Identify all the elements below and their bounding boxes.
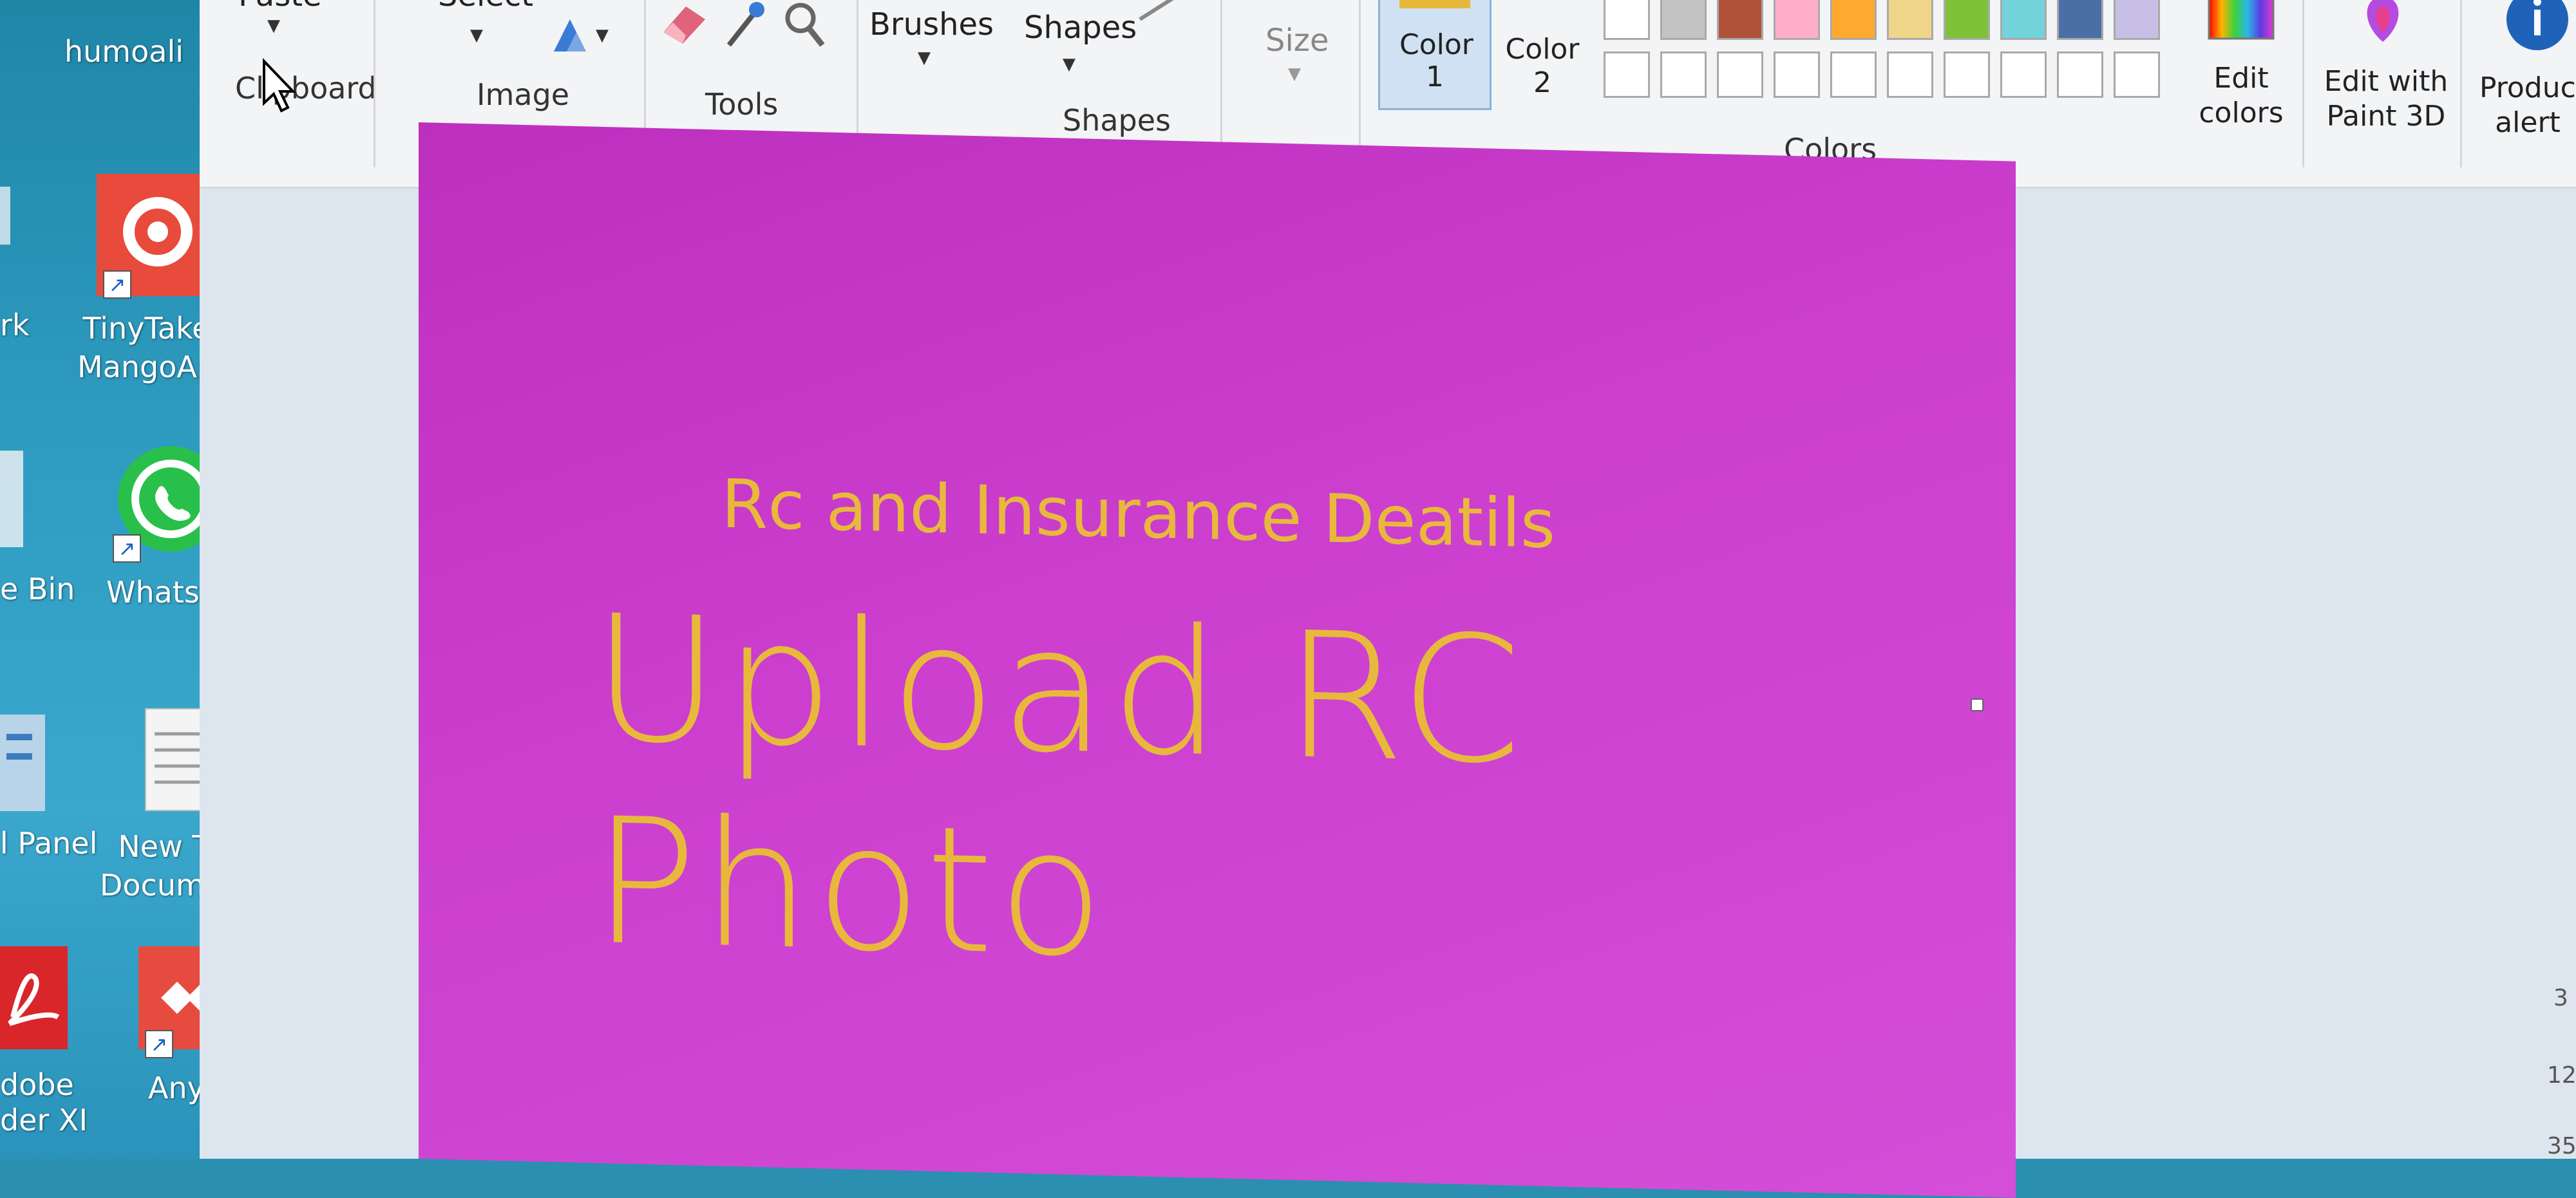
shortcut-arrow-icon: ↗ — [103, 270, 131, 299]
desktop-edge-label[interactable]: rk — [0, 306, 30, 344]
group-label-clipboard: Clipboard — [235, 71, 377, 106]
chevron-down-icon[interactable]: ▼ — [267, 16, 280, 35]
palette-swatch[interactable] — [2057, 0, 2103, 40]
shortcut-arrow-icon: ↗ — [145, 1030, 173, 1058]
color2-button[interactable]: Color 2 — [1494, 13, 1591, 103]
outline-icon[interactable] — [1137, 0, 1182, 26]
size-button[interactable]: Size — [1265, 23, 1329, 59]
chevron-down-icon[interactable]: ▼ — [1288, 64, 1301, 84]
palette-swatch-empty[interactable] — [2057, 51, 2103, 98]
edit-with-paint3d-label: Edit with — [2324, 65, 2448, 98]
desktop-icon-humoali[interactable]: humoali — [64, 32, 184, 71]
color1-button[interactable]: Color 1 — [1378, 0, 1492, 110]
palette-swatch[interactable] — [1774, 0, 1820, 40]
rotate-icon[interactable] — [547, 13, 592, 58]
info-icon[interactable] — [2502, 0, 2573, 61]
recycle-bin-icon[interactable] — [0, 451, 26, 547]
shapes-button[interactable]: Shapes — [1024, 10, 1137, 46]
product-alert-label: alert — [2495, 106, 2561, 139]
desktop-edge-label[interactable]: l Panel — [0, 824, 98, 863]
right-edge-text: 35 — [2547, 1133, 2576, 1159]
select-button[interactable]: Select — [438, 0, 533, 14]
edit-with-paint3d-button[interactable]: Edit with Paint 3D — [2318, 64, 2454, 134]
eraser-icon[interactable] — [657, 0, 708, 45]
control-panel-icon[interactable] — [0, 715, 52, 811]
palette-swatch[interactable] — [2114, 0, 2160, 40]
desktop-icon-label: TinyTake — [82, 311, 211, 346]
chevron-down-icon[interactable]: ▼ — [596, 26, 609, 45]
desktop-edge-label[interactable]: der XI — [0, 1101, 88, 1139]
product-alert-button[interactable]: Product alert — [2479, 71, 2576, 140]
edit-colors-label: Edit — [2213, 62, 2269, 95]
chevron-down-icon[interactable]: ▼ — [918, 48, 931, 68]
group-separator — [374, 0, 375, 167]
group-label-image: Image — [477, 77, 570, 112]
color1-number: 1 — [1426, 61, 1444, 93]
palette-swatch-empty[interactable] — [1887, 51, 1933, 98]
group-separator — [2460, 0, 2462, 167]
desktop-edge-label[interactable]: e Bin — [0, 570, 75, 608]
drawing-canvas[interactable]: Rc and Insurance Deatils Upload RC Photo — [419, 122, 2016, 1198]
palette-swatch[interactable] — [1717, 0, 1763, 40]
group-separator — [2302, 0, 2304, 167]
brushes-button[interactable]: Brushes — [869, 6, 994, 42]
group-separator — [1359, 0, 1361, 167]
canvas-resize-handle[interactable] — [1971, 698, 1984, 711]
color-palette — [1604, 0, 2170, 122]
palette-swatch-empty[interactable] — [1944, 51, 1990, 98]
edit-colors-button[interactable]: Edit colors — [2190, 61, 2293, 131]
color1-swatch — [1399, 0, 1470, 8]
right-edge-text: 12 — [2547, 1062, 2576, 1089]
desktop-item-icon[interactable] — [0, 187, 13, 245]
edit-colors-label: colors — [2199, 97, 2284, 129]
paste-button[interactable]: Paste — [238, 0, 322, 14]
shortcut-arrow-icon: ↗ — [113, 534, 141, 563]
group-label-tools: Tools — [705, 87, 779, 122]
paint-window: Paste ▼ Clipboard Select ▼ ▼ Image Tools — [200, 0, 2576, 1198]
mouse-cursor-icon — [263, 58, 296, 113]
palette-swatch[interactable] — [1944, 0, 1990, 40]
palette-swatch-empty[interactable] — [1660, 51, 1707, 98]
palette-swatch[interactable] — [1830, 0, 1877, 40]
edit-with-paint3d-label: Paint 3D — [2326, 100, 2446, 133]
color2-number: 2 — [1533, 66, 1551, 99]
palette-swatch[interactable] — [1887, 0, 1933, 40]
palette-swatch[interactable] — [1604, 0, 1650, 40]
edit-colors-icon[interactable] — [2206, 0, 2277, 42]
palette-swatch-empty[interactable] — [1774, 51, 1820, 98]
desktop: humoali rk e Bin l Panel dobe der XI ↗ T… — [0, 0, 261, 1159]
palette-swatch-empty[interactable] — [2114, 51, 2160, 98]
palette-swatch[interactable] — [1660, 0, 1707, 40]
paint3d-icon[interactable] — [2354, 0, 2412, 45]
canvas-subtitle-text: Rc and Insurance Deatils — [721, 464, 1556, 564]
palette-swatch-empty[interactable] — [1717, 51, 1763, 98]
palette-swatch-empty[interactable] — [1604, 51, 1650, 98]
canvas-heading-text: Upload RC Photo — [592, 577, 1526, 996]
color2-label: Color — [1505, 33, 1580, 66]
palette-swatch-empty[interactable] — [2000, 51, 2047, 98]
palette-swatch[interactable] — [2000, 0, 2047, 40]
desktop-icon-tinytake[interactable]: TinyTake MangoAp — [77, 309, 216, 386]
chevron-down-icon[interactable]: ▼ — [1063, 55, 1075, 74]
desktop-icon-label: MangoAp — [77, 350, 216, 384]
chevron-down-icon[interactable]: ▼ — [470, 26, 483, 45]
magnifier-icon[interactable] — [782, 0, 828, 51]
color-picker-icon[interactable] — [721, 0, 766, 51]
color1-label: Color — [1399, 28, 1473, 61]
adobe-reader-icon[interactable] — [0, 946, 71, 1049]
desktop-edge-label[interactable]: dobe — [0, 1065, 74, 1104]
group-label-shapes: Shapes — [1063, 103, 1171, 138]
palette-swatch-empty[interactable] — [1830, 51, 1877, 98]
product-alert-label: Product — [2479, 71, 2576, 104]
desktop-icon-label: humoali — [64, 34, 184, 69]
right-edge-text: 3 — [2553, 985, 2568, 1011]
